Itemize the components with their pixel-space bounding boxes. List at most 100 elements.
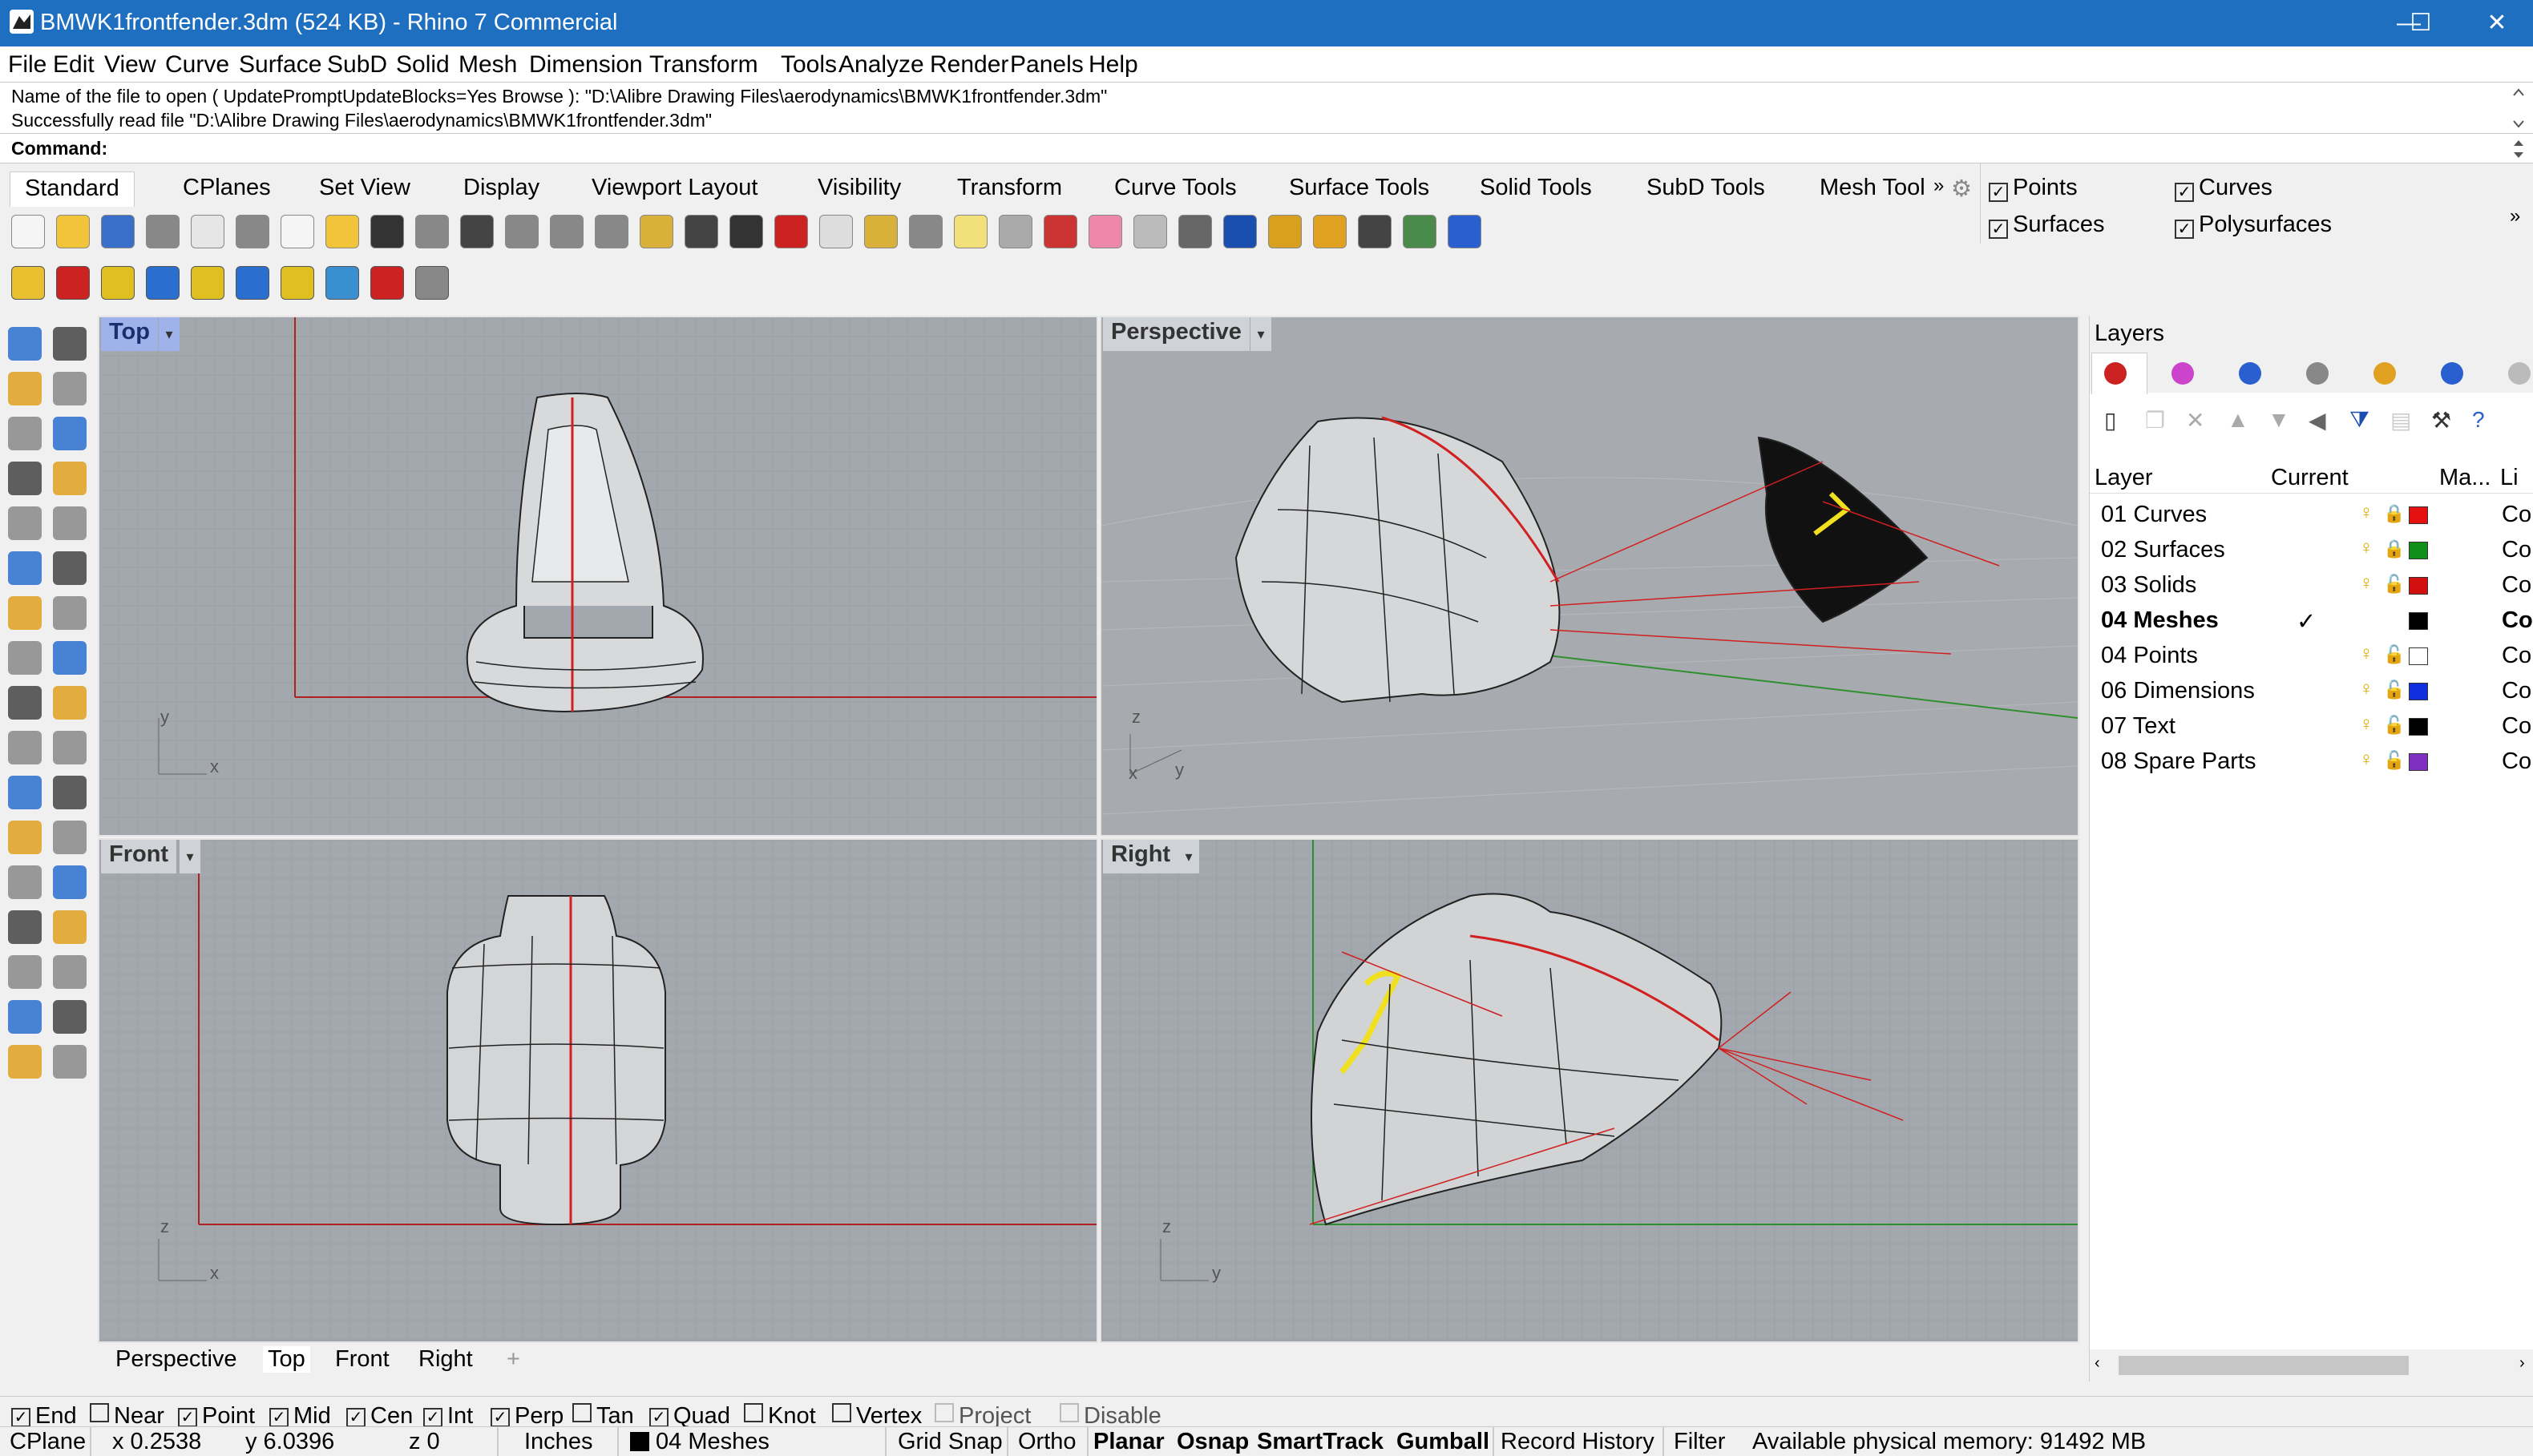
undo-view-icon[interactable] [685,215,718,248]
ortho-toggle[interactable]: Ortho [1018,1429,1077,1455]
point-icon[interactable] [53,327,87,361]
col-linetype[interactable]: Li [2500,465,2519,491]
osnap-toggle[interactable]: Osnap [1177,1429,1249,1455]
filter-points-checkbox[interactable]: ✓ Points [1989,175,2078,202]
scale-icon[interactable] [53,910,87,944]
color-wheel-icon[interactable] [1089,215,1122,248]
fillet-icon[interactable] [53,506,87,540]
zoom-dynamic-icon[interactable] [505,215,539,248]
move-cplane-icon[interactable] [909,215,943,248]
layer-name[interactable]: 04 Points [2101,643,2198,669]
viewport-title-right[interactable]: Right [1103,840,1179,873]
layer-name[interactable]: 01 Curves [2101,502,2207,528]
layer-color-swatch[interactable] [2409,683,2428,700]
toolbar-tab-set-view[interactable]: Set View [319,175,410,201]
filter-curves-checkbox[interactable]: ✓ Curves [2175,175,2272,202]
select-polysurfaces-icon[interactable] [191,266,224,300]
toolbar-tab-surface-tools[interactable]: Surface Tools [1289,175,1429,201]
osnap-int[interactable]: ✓ Int [423,1400,473,1429]
gumball-toggle[interactable]: Gumball [1396,1429,1489,1455]
viewport-menu-dropdown-icon[interactable]: ▾ [180,840,200,873]
rendered-sphere-icon[interactable] [1223,215,1257,248]
toolbar-tab-solid-tools[interactable]: Solid Tools [1480,175,1592,201]
vp-tab-front[interactable]: Front [335,1346,390,1373]
cut-icon[interactable] [236,215,269,248]
scrollbar-thumb[interactable] [2119,1356,2409,1375]
ellipse-icon[interactable] [53,417,87,450]
lock-icon[interactable] [999,215,1032,248]
select-meshes-icon[interactable] [236,266,269,300]
box-icon[interactable] [8,596,42,630]
tools-hammer-icon[interactable]: ⚒ [2431,407,2451,434]
toolbar-tab-viewport-layout[interactable]: Viewport Layout [592,175,757,201]
viewport-right[interactable]: z y Right ▾ [1100,838,2079,1343]
layer-linetype[interactable]: Co [2502,537,2531,563]
help-icon[interactable]: ? [2472,407,2485,433]
lock-icon[interactable]: 🔒 [2383,538,2405,559]
surface-edge-icon[interactable] [53,551,87,585]
unlock-icon[interactable]: 🔓 [2383,750,2405,771]
layer-row[interactable]: 07 Text ♀ 🔓 Co [2090,708,2533,744]
brush-tab-icon[interactable] [2306,362,2329,385]
layer-row[interactable]: 01 Curves ♀ 🔒 Co [2090,497,2533,532]
menu-view[interactable]: View [104,51,156,79]
layer-color-swatch[interactable] [2409,753,2428,771]
layer-visible-lightbulb-icon[interactable]: ♀ [2359,572,2373,595]
array-icon[interactable] [8,910,42,944]
menu-help[interactable]: Help [1089,51,1138,79]
col-current[interactable]: Current [2271,465,2349,491]
layer-row[interactable]: 03 Solids ♀ 🔓 Co [2090,567,2533,603]
layer-visible-lightbulb-icon[interactable]: ♀ [2359,502,2373,524]
close-button[interactable]: ✕ [2461,0,2533,46]
unlock-icon[interactable]: 🔓 [2383,715,2405,736]
new-layer-icon[interactable]: ▯ [2104,407,2116,434]
new-sublayer-icon[interactable]: ❐ [2145,407,2165,434]
filter-toggle[interactable]: Filter [1674,1429,1725,1455]
globe-render-icon[interactable] [1403,215,1436,248]
filter-polysurfaces-checkbox[interactable]: ✓ Polysurfaces [2175,212,2332,239]
viewport-top[interactable]: y x Top ▾ [98,316,1098,837]
osnap-point[interactable]: ✓ Point [178,1400,255,1429]
text-icon[interactable] [8,865,42,899]
menu-dimension[interactable]: Dimension [529,51,643,79]
osnap-project[interactable]: Project [935,1400,1031,1429]
osnap-end[interactable]: ✓ End [11,1400,77,1429]
arc-icon[interactable] [8,462,42,495]
curve-icon[interactable] [53,372,87,405]
command-line[interactable]: Command: [0,133,2533,163]
layers-horizontal-scrollbar[interactable]: ‹ › [2090,1349,2533,1381]
lock-icon[interactable]: 🔒 [2383,503,2405,524]
menu-edit[interactable]: Edit [53,51,95,79]
layer-color-swatch[interactable] [2409,506,2428,524]
layers-tab-icon[interactable] [2104,362,2127,385]
options-gear-icon[interactable] [1313,215,1347,248]
extrude-icon[interactable] [8,641,42,675]
rectangle-icon[interactable] [53,462,87,495]
col-layer[interactable]: Layer [2095,465,2153,491]
toolbar-tab-transform[interactable]: Transform [957,175,1062,201]
toolbar-tab-subd-tools[interactable]: SubD Tools [1646,175,1765,201]
layer-row[interactable]: 04 Meshes ✓ Co [2090,603,2533,638]
layer-name[interactable]: 03 Solids [2101,572,2196,599]
layer-linetype[interactable]: Co [2502,502,2531,528]
layer-name[interactable]: 02 Surfaces [2101,537,2225,563]
vp-tab-perspective[interactable]: Perspective [115,1346,237,1373]
boolean-union-icon[interactable] [8,776,42,809]
folder-tab-icon[interactable] [2373,362,2396,385]
layer-name[interactable]: 07 Text [2101,713,2175,740]
layer-row[interactable]: 06 Dimensions ♀ 🔓 Co [2090,673,2533,708]
layer-color-swatch[interactable] [2409,542,2428,559]
toolbar-settings-gear-icon[interactable]: ⚙ [1951,175,1972,203]
car-render-icon[interactable] [774,215,808,248]
osnap-disable[interactable]: Disable [1060,1400,1161,1429]
record-history-toggle[interactable]: Record History [1501,1429,1654,1455]
scroll-left-icon[interactable]: ‹ [2095,1354,2100,1373]
layer-row[interactable]: 08 Spare Parts ♀ 🔓 Co [2090,744,2533,779]
polyline-icon[interactable] [8,372,42,405]
layer-color-swatch[interactable] [2409,718,2428,736]
menu-file[interactable]: File [8,51,46,79]
grid-options-icon[interactable] [819,215,853,248]
gear-tab-icon[interactable] [2508,362,2531,385]
layer-row[interactable]: 04 Points ♀ 🔓 Co [2090,638,2533,673]
maximize-button[interactable]: ☐ [2385,0,2457,46]
